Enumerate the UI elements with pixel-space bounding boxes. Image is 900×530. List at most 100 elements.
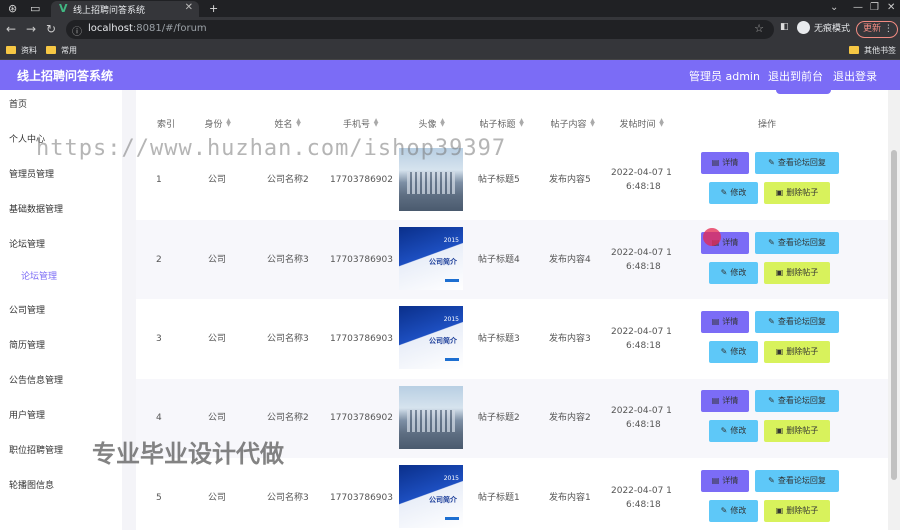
incognito-indicator[interactable]: 无痕模式 (797, 21, 857, 37)
cell-content: 发布内容3 (549, 334, 591, 344)
sidebar-item-profile[interactable]: 个人中心 (9, 134, 45, 146)
sidebar-item-users[interactable]: 用户管理 (9, 410, 45, 422)
col-header-time[interactable]: 发帖时间 ▲ ▼ (612, 117, 672, 131)
trash-icon: ▣ (775, 268, 784, 277)
detail-button[interactable]: ▤详情 (701, 152, 749, 174)
col-header-identity[interactable]: 身份 ▲ ▼ (198, 117, 238, 131)
restore-icon[interactable]: ❐ (870, 2, 879, 13)
tab-close-icon[interactable]: ✕ (185, 2, 193, 13)
bookmark-folder-1[interactable]: 常用 (46, 45, 77, 56)
cell-phone: 17703786903 (330, 334, 393, 344)
edit-icon: ✎ (768, 317, 775, 326)
cell-name: 公司名称2 (267, 175, 309, 185)
col-header-title[interactable]: 帖子标题 ▲ ▼ (472, 117, 532, 131)
detail-button[interactable]: ▤详情 (701, 311, 749, 333)
bookmarks-bar: 资料 常用 其他书签 (0, 42, 900, 60)
sort-icon: ▲ ▼ (373, 117, 379, 128)
avatar-image (399, 386, 463, 449)
document-icon: ▤ (711, 396, 720, 405)
side-panel-icon[interactable]: ◧ (780, 22, 789, 32)
col-header-phone[interactable]: 手机号 ▲ ▼ (336, 117, 386, 131)
col-header-avatar[interactable]: 头像 ▲ ▼ (412, 117, 452, 131)
cell-index: 1 (156, 175, 162, 185)
view-replies-button[interactable]: ✎ 查看论坛回复 (755, 390, 839, 412)
document-icon: ▤ (711, 317, 720, 326)
col-header-name[interactable]: 姓名 ▲ ▼ (268, 117, 308, 131)
tab-strip-icon[interactable]: ▭ (30, 2, 40, 15)
delete-button[interactable]: ▣ 删除帖子 (764, 500, 830, 522)
back-icon[interactable]: ← (6, 22, 16, 36)
sort-icon: ▲ ▼ (659, 117, 664, 128)
sidebar-item-base-data[interactable]: 基础数据管理 (9, 204, 63, 216)
sidebar-item-company[interactable]: 公司管理 (9, 305, 45, 317)
reload-icon[interactable]: ↻ (46, 22, 56, 36)
sidebar-subitem-forum[interactable]: 论坛管理 (21, 271, 57, 283)
delete-button[interactable]: ▣ 删除帖子 (764, 341, 830, 363)
delete-button[interactable]: ▣ 删除帖子 (764, 420, 830, 442)
delete-button[interactable]: ▣ 删除帖子 (764, 262, 830, 284)
sidebar-item-admin[interactable]: 管理员管理 (9, 169, 54, 181)
sidebar-item-notice[interactable]: 公告信息管理 (9, 375, 63, 387)
trash-icon: ▣ (775, 426, 784, 435)
url-path: :8081/#/forum (132, 23, 207, 34)
cell-title: 帖子标题4 (478, 255, 520, 265)
browser-address-bar: ← → ↻ ⓘ localhost:8081/#/forum ☆ ◧ 无痕模式 … (0, 17, 900, 42)
scrollbar-thumb[interactable] (891, 150, 897, 480)
page-scrollbar[interactable] (888, 90, 900, 530)
edit-button[interactable]: ✎ 修改 (709, 500, 758, 522)
new-tab-icon[interactable]: + (209, 2, 218, 15)
bookmark-star-icon[interactable]: ☆ (754, 22, 764, 35)
cell-content: 发布内容4 (549, 255, 591, 265)
minimize-icon[interactable]: — (853, 2, 863, 13)
bookmark-folder-0[interactable]: 资料 (6, 45, 37, 56)
cell-time-clock: 6:48:18 (626, 262, 661, 272)
top-action-button[interactable] (776, 90, 831, 94)
edit-button[interactable]: ✎ 修改 (709, 182, 758, 204)
cell-time-clock: 6:48:18 (626, 500, 661, 510)
back-to-front-link[interactable]: 退出到前台 (768, 68, 823, 84)
edit-button[interactable]: ✎ 修改 (709, 341, 758, 363)
site-info-icon[interactable]: ⓘ (72, 23, 82, 38)
chevron-down-icon[interactable]: ⌄ (830, 2, 838, 13)
edit-button[interactable]: ✎ 修改 (709, 420, 758, 442)
logout-link[interactable]: 退出登录 (833, 68, 877, 84)
update-button[interactable]: 更新 ⋮ (856, 21, 898, 38)
sidebar-item-carousel[interactable]: 轮播图信息 (9, 480, 54, 492)
sidebar-item-jobs[interactable]: 职位招聘管理 (9, 445, 63, 457)
sidebar-item-forum[interactable]: 论坛管理 (9, 239, 45, 251)
sidebar-item-resume[interactable]: 简历管理 (9, 340, 45, 352)
browser-tab-active[interactable]: V 线上招聘问答系统 ✕ (51, 1, 199, 17)
folder-icon (849, 46, 859, 54)
cell-index: 3 (156, 334, 162, 344)
detail-button[interactable]: ▤详情 (701, 470, 749, 492)
forward-icon[interactable]: → (26, 22, 36, 36)
cell-index: 4 (156, 413, 162, 423)
cell-content: 发布内容1 (549, 493, 591, 503)
cell-index: 2 (156, 255, 162, 265)
table-row: 5 公司 公司名称3 17703786903 2015 公司简介 帖子标题1 发布… (136, 458, 888, 530)
browser-menu-icon[interactable]: ⊛ (8, 2, 17, 15)
sort-icon: ▲ ▼ (590, 117, 595, 128)
url-input[interactable]: ⓘ localhost:8081/#/forum ☆ (66, 20, 774, 39)
cell-title: 帖子标题3 (478, 334, 520, 344)
sort-icon: ▲ ▼ (519, 117, 524, 128)
view-replies-button[interactable]: ✎ 查看论坛回复 (755, 311, 839, 333)
view-replies-button[interactable]: ✎ 查看论坛回复 (755, 152, 839, 174)
browser-tab-bar: ⊛ ▭ V 线上招聘问答系统 ✕ + ⌄ — ❐ ✕ (0, 0, 900, 17)
view-replies-button[interactable]: ✎ 查看论坛回复 (755, 232, 839, 254)
trash-icon: ▣ (775, 506, 784, 515)
sidebar-item-home[interactable]: 首页 (9, 99, 27, 111)
avatar-image: 2015 公司简介 (399, 306, 463, 369)
avatar-image (399, 148, 463, 211)
view-replies-button[interactable]: ✎ 查看论坛回复 (755, 470, 839, 492)
delete-button[interactable]: ▣ 删除帖子 (764, 182, 830, 204)
cell-identity: 公司 (208, 493, 227, 503)
window-close-icon[interactable]: ✕ (887, 2, 895, 13)
detail-button[interactable]: ▤详情 (701, 390, 749, 412)
edit-icon: ✎ (768, 238, 775, 247)
avatar-image: 2015 公司简介 (399, 227, 463, 290)
admin-label: 管理员 admin (689, 70, 760, 83)
other-bookmarks[interactable]: 其他书签 (849, 45, 896, 56)
edit-button[interactable]: ✎ 修改 (709, 262, 758, 284)
col-header-content[interactable]: 帖子内容 ▲ ▼ (543, 117, 603, 131)
